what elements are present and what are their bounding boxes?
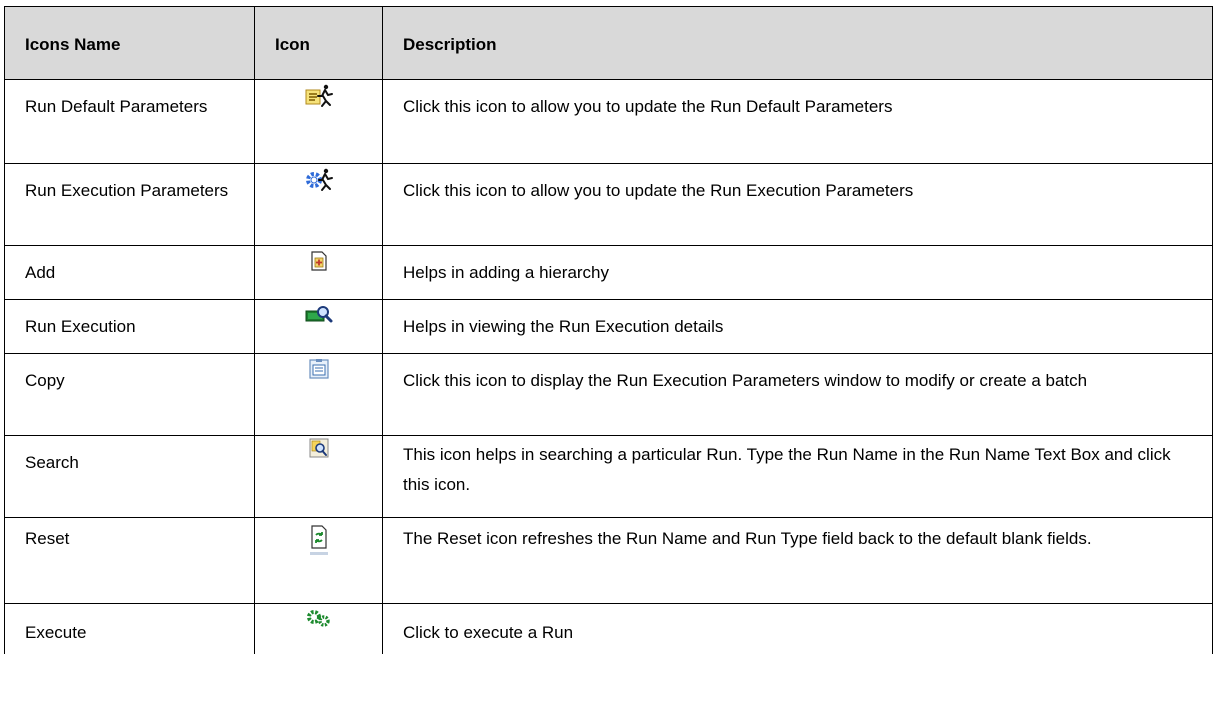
icon-description-cell: Click this icon to display the Run Execu… [382, 353, 1213, 436]
table-row: Run Default Parameters Click this icon t… [4, 79, 1213, 164]
icon-name-cell: Execute [4, 603, 255, 654]
table-row: Copy Click this icon to display the Run … [4, 353, 1213, 436]
icon-name-cell: Run Default Parameters [4, 79, 255, 164]
table-header-row: Icons Name Icon Description [4, 6, 1213, 80]
icon-description-cell: Click to execute a Run [382, 603, 1213, 654]
run-execution-parameters-icon [304, 168, 334, 192]
execute-icon [306, 608, 332, 630]
icons-table: Icons Name Icon Description Run Default … [4, 6, 1213, 654]
table-row: Run Execution Parameters Click this icon… [4, 163, 1213, 246]
icon-description-cell: Helps in viewing the Run Execution detai… [382, 299, 1213, 354]
reset-icon [309, 524, 329, 558]
table-row: Execute Click to execute a Run [4, 603, 1213, 654]
copy-icon [308, 358, 330, 380]
run-default-parameters-icon [304, 84, 334, 108]
header-icon: Icon [254, 6, 383, 80]
search-icon [309, 438, 329, 458]
add-icon [309, 250, 329, 272]
header-icons-name: Icons Name [4, 6, 255, 80]
icon-name-cell: Copy [4, 353, 255, 436]
table-row: Add Helps in adding a hierarchy [4, 245, 1213, 300]
header-description: Description [382, 6, 1213, 80]
icon-description-cell: The Reset icon refreshes the Run Name an… [382, 517, 1213, 604]
table-row: Search This icon helps in searching a pa… [4, 435, 1213, 518]
icon-description-cell: Helps in adding a hierarchy [382, 245, 1213, 300]
icon-name-cell: Run Execution [4, 299, 255, 354]
run-execution-icon [304, 304, 334, 326]
icon-description-cell: Click this icon to allow you to update t… [382, 79, 1213, 164]
icon-name-cell: Run Execution Parameters [4, 163, 255, 246]
icon-name-cell: Reset [4, 517, 255, 604]
icon-description-cell: This icon helps in searching a particula… [382, 435, 1213, 518]
table-row: Reset The Reset icon refreshes the Run N… [4, 517, 1213, 604]
icon-name-cell: Search [4, 435, 255, 518]
icon-name-cell: Add [4, 245, 255, 300]
table-row: Run Execution Helps in viewing the Run E… [4, 299, 1213, 354]
icon-description-cell: Click this icon to allow you to update t… [382, 163, 1213, 246]
